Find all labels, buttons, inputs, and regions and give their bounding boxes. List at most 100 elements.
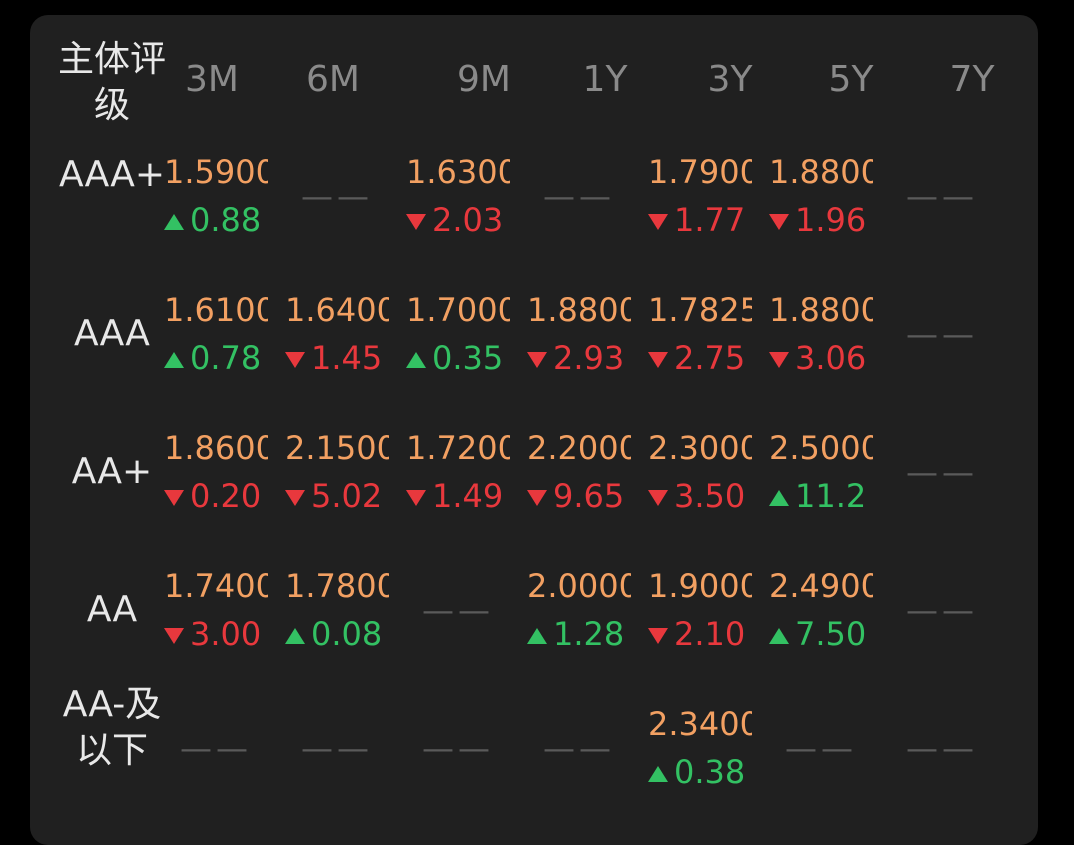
change-value: 0.08 xyxy=(311,615,383,653)
yield-value: 1.7825 xyxy=(648,291,752,329)
yield-change: 1.45 xyxy=(285,336,389,380)
yield-change: 2.75 xyxy=(648,336,752,380)
tenor-header-1y[interactable]: 1Y xyxy=(551,60,659,100)
yield-cell[interactable]: 1.6100 0.78 xyxy=(164,288,268,384)
tenor-header-3m[interactable]: 3M xyxy=(158,60,266,100)
triangle-down-icon xyxy=(527,490,547,506)
yield-change: 2.93 xyxy=(527,336,631,380)
yield-change: 2.03 xyxy=(406,198,510,242)
empty-cell: —— xyxy=(906,729,978,767)
yield-value: 1.6100 xyxy=(164,291,268,329)
yield-value: 1.8800 xyxy=(527,291,631,329)
yield-cell[interactable]: 1.6300 2.03 xyxy=(406,150,510,246)
triangle-down-icon xyxy=(648,214,668,230)
yield-cell[interactable]: 1.7800 0.08 xyxy=(285,564,389,660)
yield-change: 7.50 xyxy=(769,612,873,656)
yield-cell[interactable]: 1.7000 0.35 xyxy=(406,288,510,384)
yield-change: 1.77 xyxy=(648,198,752,242)
yield-change: 9.65 xyxy=(527,474,631,518)
yield-value: 1.6400 xyxy=(285,291,389,329)
yield-cell[interactable]: 2.3400 0.38 xyxy=(648,702,752,798)
yield-cell[interactable]: 1.9000 2.10 xyxy=(648,564,752,660)
triangle-up-icon xyxy=(285,628,305,644)
triangle-down-icon xyxy=(164,490,184,506)
change-value: 2.10 xyxy=(674,615,746,653)
yield-cell[interactable]: 2.5000 11.2 xyxy=(769,426,873,522)
change-value: 0.78 xyxy=(190,339,262,377)
empty-cell: —— xyxy=(422,591,494,629)
yield-cell[interactable]: 1.8800 1.96 xyxy=(769,150,873,246)
change-value: 2.93 xyxy=(553,339,625,377)
triangle-down-icon xyxy=(406,490,426,506)
triangle-up-icon xyxy=(527,628,547,644)
yield-cell[interactable]: 1.8800 3.06 xyxy=(769,288,873,384)
empty-cell: —— xyxy=(906,315,978,353)
triangle-down-icon xyxy=(648,352,668,368)
yield-cell[interactable]: 2.1500 5.02 xyxy=(285,426,389,522)
yield-value: 2.3000 xyxy=(648,429,752,467)
tenor-header-6m[interactable]: 6M xyxy=(279,60,387,100)
empty-cell: —— xyxy=(301,729,373,767)
change-value: 3.50 xyxy=(674,477,746,515)
yield-change: 11.2 xyxy=(769,474,873,518)
yield-value: 1.7200 xyxy=(406,429,510,467)
yield-value: 2.3400 xyxy=(648,705,752,743)
change-value: 1.28 xyxy=(553,615,625,653)
triangle-down-icon xyxy=(164,628,184,644)
tenor-header-9m[interactable]: 9M xyxy=(430,60,538,100)
change-value: 1.96 xyxy=(795,201,867,239)
yield-value: 2.1500 xyxy=(285,429,389,467)
yield-change: 0.38 xyxy=(648,750,752,794)
yield-cell[interactable]: 1.8600 0.20 xyxy=(164,426,268,522)
yield-cell[interactable]: 1.7825 2.75 xyxy=(648,288,752,384)
yield-value: 2.0000 xyxy=(527,567,631,605)
triangle-up-icon xyxy=(769,490,789,506)
yield-cell[interactable]: 1.5900 0.88 xyxy=(164,150,268,246)
triangle-up-icon xyxy=(769,628,789,644)
tenor-header-3y[interactable]: 3Y xyxy=(676,60,784,100)
yield-value: 1.7800 xyxy=(285,567,389,605)
change-value: 11.2 xyxy=(795,477,867,515)
yield-cell[interactable]: 1.7200 1.49 xyxy=(406,426,510,522)
empty-cell: —— xyxy=(906,453,978,491)
yield-change: 5.02 xyxy=(285,474,389,518)
yield-cell[interactable]: 2.4900 7.50 xyxy=(769,564,873,660)
yield-cell[interactable]: 2.0000 1.28 xyxy=(527,564,631,660)
triangle-up-icon xyxy=(406,352,426,368)
change-value: 0.38 xyxy=(674,753,746,791)
yield-cell[interactable]: 2.3000 3.50 xyxy=(648,426,752,522)
change-value: 2.75 xyxy=(674,339,746,377)
yield-cell[interactable]: 1.7900 1.77 xyxy=(648,150,752,246)
yield-value: 1.9000 xyxy=(648,567,752,605)
change-value: 2.03 xyxy=(432,201,504,239)
rating-column-header: 主体评级 xyxy=(58,39,167,126)
empty-cell: —— xyxy=(543,177,615,215)
triangle-down-icon xyxy=(769,352,789,368)
yield-cell[interactable]: 1.6400 1.45 xyxy=(285,288,389,384)
yield-change: 2.10 xyxy=(648,612,752,656)
yield-value: 1.8800 xyxy=(769,291,873,329)
change-value: 1.77 xyxy=(674,201,746,239)
yield-change: 1.96 xyxy=(769,198,873,242)
change-value: 9.65 xyxy=(553,477,625,515)
yield-change: 3.00 xyxy=(164,612,268,656)
yield-cell[interactable]: 2.2000 9.65 xyxy=(527,426,631,522)
yield-value: 1.8600 xyxy=(164,429,268,467)
yield-value: 1.7900 xyxy=(648,153,752,191)
yield-cell[interactable]: 1.7400 3.00 xyxy=(164,564,268,660)
yield-value: 1.8800 xyxy=(769,153,873,191)
tenor-header-7y[interactable]: 7Y xyxy=(918,60,1026,100)
rating-label: AA+ xyxy=(71,451,153,492)
change-value: 0.35 xyxy=(432,339,504,377)
empty-cell: —— xyxy=(906,591,978,629)
triangle-down-icon xyxy=(648,628,668,644)
yield-change: 1.28 xyxy=(527,612,631,656)
change-value: 3.00 xyxy=(190,615,262,653)
change-value: 7.50 xyxy=(795,615,867,653)
change-value: 0.88 xyxy=(190,201,262,239)
yield-cell[interactable]: 1.8800 2.93 xyxy=(527,288,631,384)
empty-cell: —— xyxy=(301,177,373,215)
change-value: 3.06 xyxy=(795,339,867,377)
tenor-header-5y[interactable]: 5Y xyxy=(797,60,905,100)
yield-value: 2.5000 xyxy=(769,429,873,467)
